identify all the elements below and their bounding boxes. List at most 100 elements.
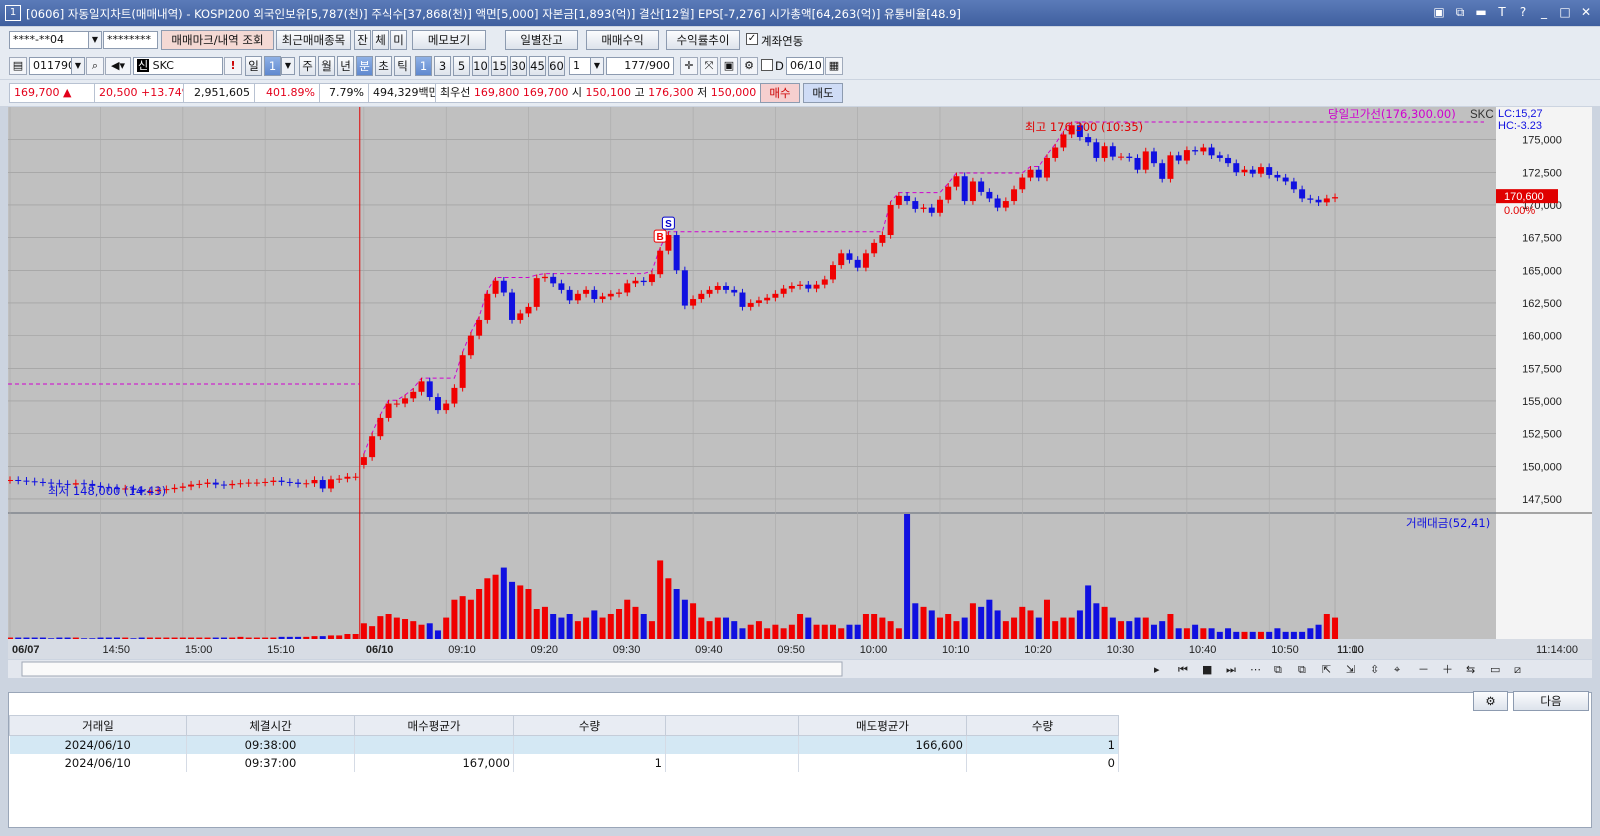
volume-bar	[1052, 621, 1059, 639]
crosshair-icon[interactable]: ✛	[680, 57, 698, 75]
link-window-icon[interactable]: ▣	[1431, 4, 1447, 20]
font-size-icon[interactable]: T	[1494, 4, 1510, 20]
candle-body	[1019, 177, 1026, 190]
calendar-icon[interactable]: ▦	[825, 57, 843, 75]
return-trend-button[interactable]: 수익률추이	[666, 30, 740, 50]
alert-icon[interactable]: !	[224, 57, 242, 75]
restore-group-icon[interactable]: ⧉	[1452, 4, 1468, 20]
minute-45[interactable]: 45	[529, 56, 546, 76]
minimize-bar-icon[interactable]: ▬	[1473, 4, 1489, 20]
draw-tool-icon[interactable]: ⤧	[700, 57, 718, 75]
minute-30[interactable]: 30	[510, 56, 527, 76]
cell-buy-qty	[513, 735, 666, 754]
date-checkbox[interactable]	[761, 59, 773, 71]
volume-bar	[220, 637, 227, 639]
col-sell-qty[interactable]: 수량	[966, 715, 1119, 736]
password-field[interactable]: ********	[103, 31, 158, 49]
recent-items-button[interactable]: 최근매매종목	[276, 30, 351, 50]
minute-1[interactable]: 1	[415, 56, 432, 76]
chevron-down-icon[interactable]: ▼	[88, 31, 102, 49]
volume-bar	[385, 614, 392, 639]
candle-body	[451, 387, 458, 404]
minimize-button[interactable]: _	[1536, 4, 1552, 20]
minute-15[interactable]: 15	[491, 56, 508, 76]
volume-bar	[1183, 628, 1190, 639]
candle-body	[352, 476, 359, 478]
col-sell-avg[interactable]: 매도평균가	[798, 715, 967, 736]
account-select[interactable]: ****-**04	[9, 31, 89, 49]
trade-profit-button[interactable]: 매매수익	[586, 30, 659, 50]
period-day[interactable]: 일	[245, 56, 262, 76]
period-second[interactable]: 초	[375, 56, 392, 76]
symbol-toolbar: ▤ 011790 ▼ ⌕ ◀▾ 신 SKC ! 일 1 ▼ 주 월 년 분 초 …	[0, 53, 1600, 79]
account-link-label: 계좌연동	[761, 34, 804, 48]
candle-body	[1192, 150, 1199, 152]
col-empty[interactable]	[665, 715, 799, 736]
period-tick[interactable]: 틱	[394, 56, 411, 76]
table-row[interactable]: 2024/06/10 09:37:00 167,000 1 0	[9, 754, 1119, 772]
cell-time: 09:37:00	[186, 754, 355, 772]
volume-bar	[1257, 631, 1264, 639]
minute-5[interactable]: 5	[453, 56, 470, 76]
volume-bar	[1002, 621, 1009, 639]
table-row[interactable]: 2024/06/10 09:38:00 166,600 1	[9, 735, 1119, 754]
col-buy-qty[interactable]: 수량	[513, 715, 666, 736]
period-week[interactable]: 주	[299, 56, 316, 76]
tab-unexecuted[interactable]: 미	[390, 30, 407, 50]
date-input[interactable]: 06/10	[786, 57, 824, 75]
help-icon[interactable]: ?	[1515, 4, 1531, 20]
period-minute[interactable]: 분	[356, 56, 373, 76]
price-tick-label: 152,500	[1522, 429, 1562, 441]
maximize-button[interactable]: □	[1557, 4, 1573, 20]
volume-bar	[1290, 631, 1297, 639]
mark-history-button[interactable]: 매매마크/내역 조회	[161, 30, 274, 50]
candlestick-chart[interactable]: 175,000172,500170,000167,500165,000162,5…	[7, 107, 1592, 692]
close-button[interactable]: ✕	[1578, 4, 1594, 20]
period-year[interactable]: 년	[337, 56, 354, 76]
code-input[interactable]: 011790	[29, 57, 72, 75]
page-indicator[interactable]: 177/900	[606, 57, 674, 75]
volume-bar	[1332, 617, 1339, 639]
nav-icon: ⏮	[1178, 663, 1188, 676]
price-tick-label: 147,500	[1522, 494, 1562, 506]
gear-icon[interactable]: ⚙	[740, 57, 758, 75]
memo-button[interactable]: 메모보기	[412, 30, 486, 50]
account-link-checkbox[interactable]: ✓	[746, 33, 758, 45]
search-icon[interactable]: ⌕	[86, 57, 104, 75]
period-count[interactable]: 1	[264, 56, 281, 76]
candle-body	[1249, 169, 1256, 174]
period-month[interactable]: 월	[318, 56, 335, 76]
tab-balance[interactable]: 잔	[354, 30, 371, 50]
cell-time: 09:38:00	[186, 735, 355, 754]
count-input[interactable]: 1	[569, 57, 591, 75]
col-trade-date[interactable]: 거래일	[9, 715, 187, 736]
save-icon[interactable]: ▣	[720, 57, 738, 75]
minute-3[interactable]: 3	[434, 56, 451, 76]
chevron-down-icon[interactable]: ▼	[71, 57, 85, 75]
candle-body	[1315, 199, 1322, 203]
volume-bar	[23, 637, 30, 639]
candle-body	[360, 457, 367, 465]
cell-empty	[665, 735, 799, 754]
col-buy-avg[interactable]: 매수평균가	[354, 715, 514, 736]
tab-executed[interactable]: 체	[372, 30, 389, 50]
minute-10[interactable]: 10	[472, 56, 489, 76]
symbol-name[interactable]: 신 SKC	[133, 57, 223, 75]
minute-60[interactable]: 60	[548, 56, 565, 76]
volume-bar	[566, 614, 573, 639]
daily-balance-button[interactable]: 일별잔고	[505, 30, 578, 50]
low-price: 150,000	[710, 86, 757, 99]
cell-buy-avg	[354, 735, 514, 754]
chevron-down-icon[interactable]: ▼	[281, 57, 295, 75]
chart-area[interactable]: 175,000 172,500 170,000 167,500 165,000 162,5…	[7, 107, 1592, 692]
window-number: 1	[5, 5, 21, 21]
candle-body	[517, 313, 524, 320]
buy-button[interactable]: 매수	[760, 83, 800, 103]
layout-icon[interactable]: ▤	[9, 57, 27, 75]
sell-button[interactable]: 매도	[803, 83, 843, 103]
settings-gear-button[interactable]: ⚙	[1473, 691, 1508, 711]
col-exec-time[interactable]: 체결시간	[186, 715, 355, 736]
speaker-icon[interactable]: ◀▾	[105, 57, 131, 75]
chevron-down-icon[interactable]: ▼	[590, 57, 604, 75]
next-button[interactable]: 다음	[1513, 691, 1589, 711]
